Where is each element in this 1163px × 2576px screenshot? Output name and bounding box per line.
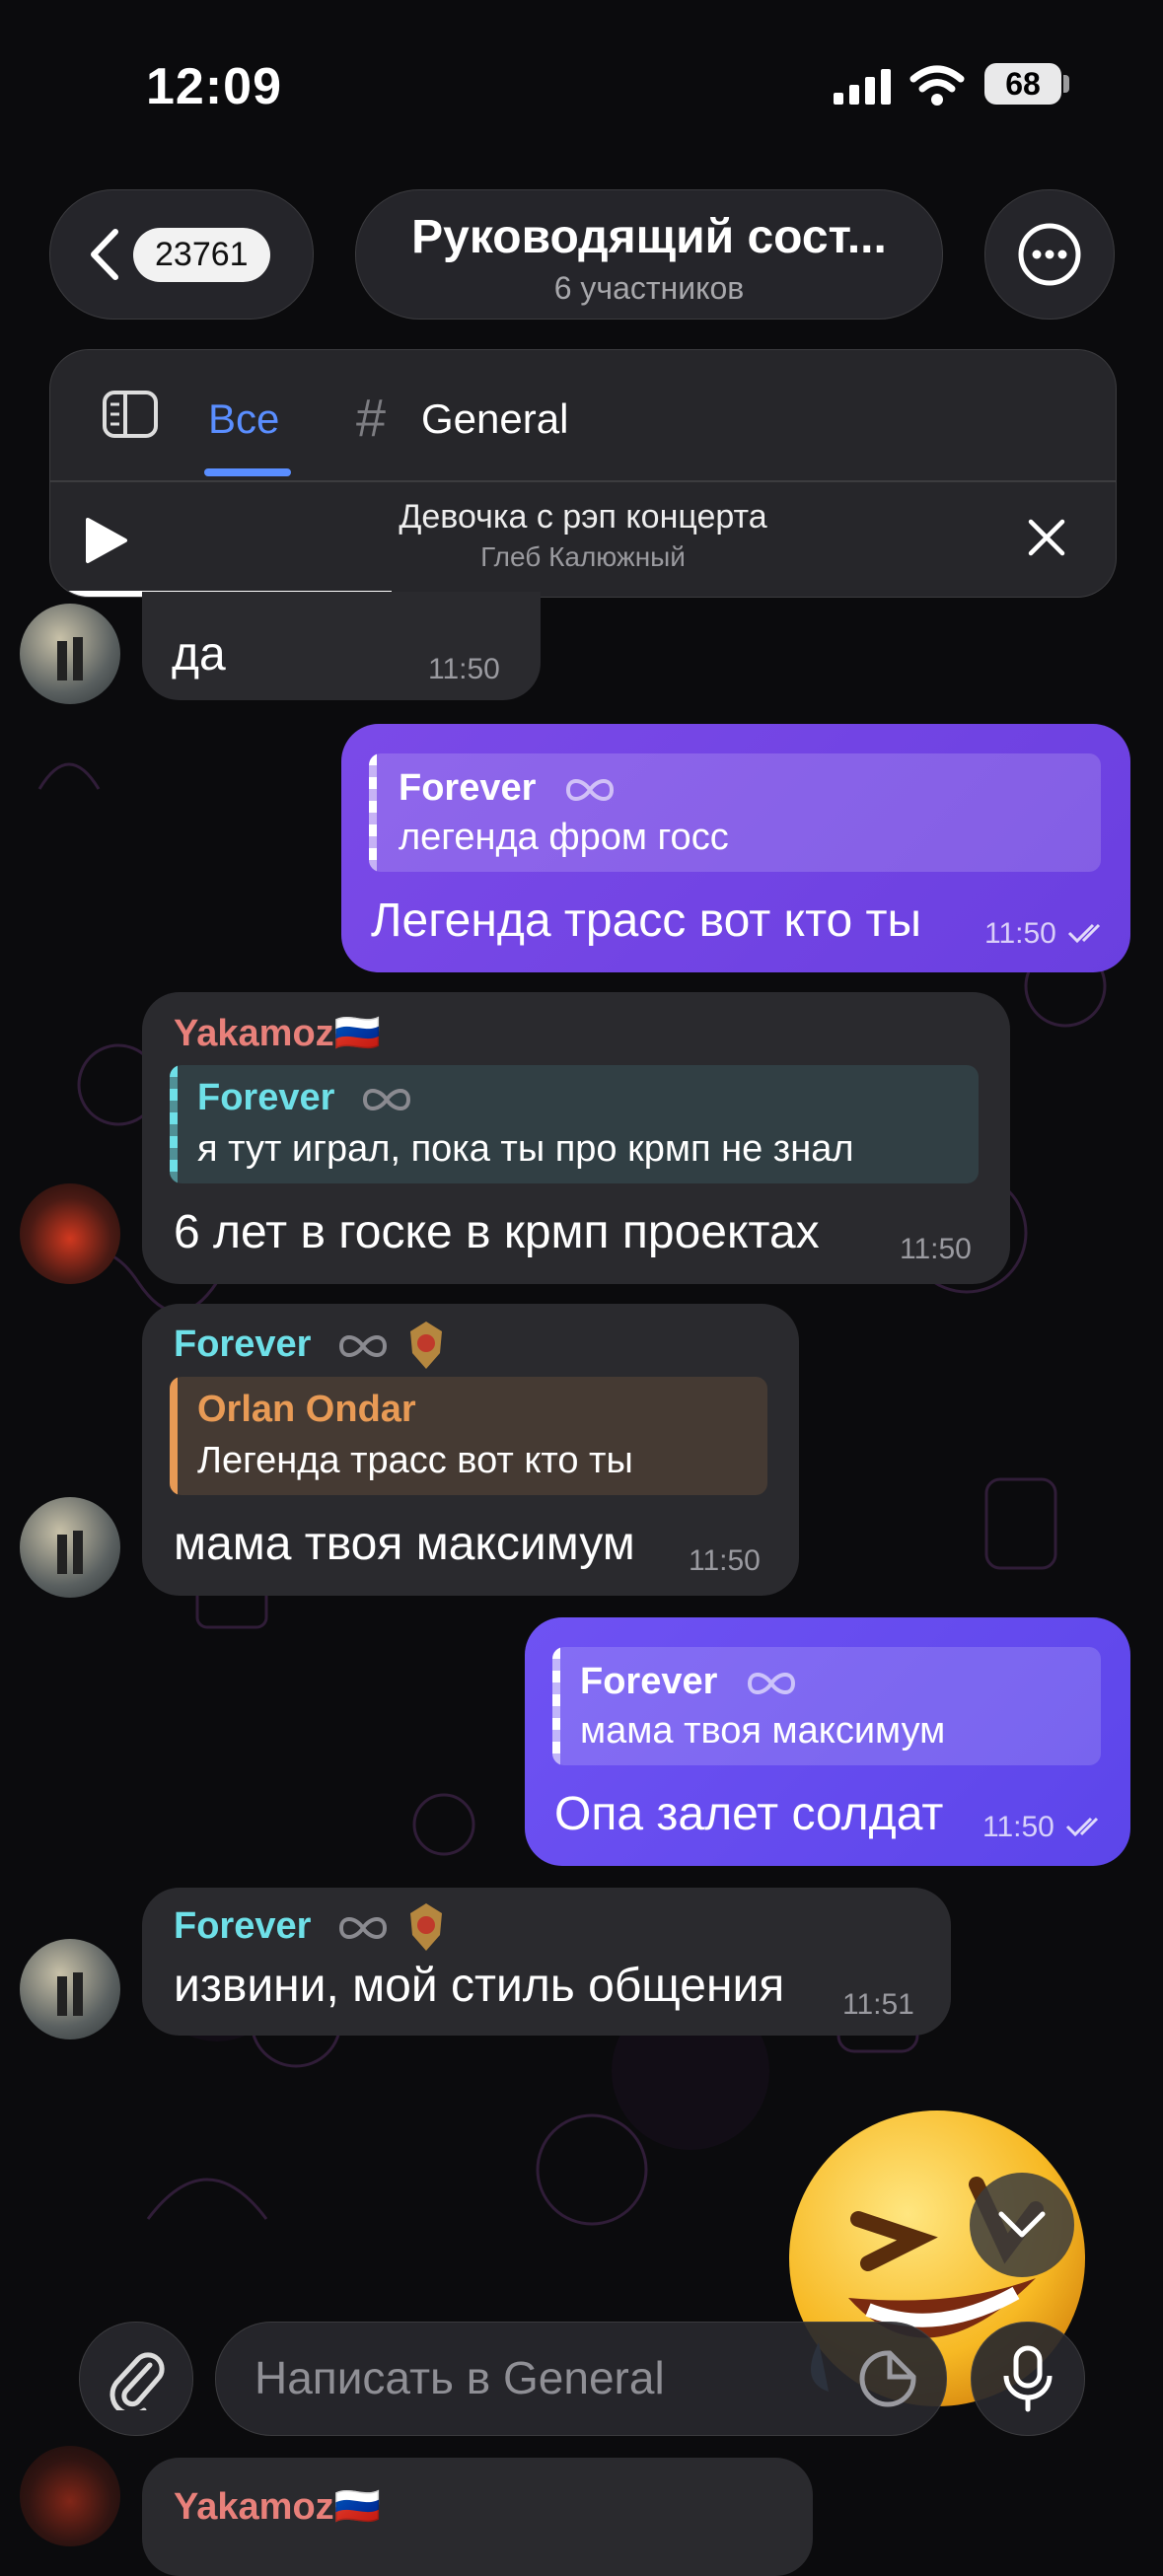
- reply-sender: Forever: [197, 1077, 335, 1118]
- sender-name[interactable]: Forever: [174, 1905, 311, 1948]
- message-time: 11:50: [428, 653, 500, 685]
- message-time: 11:50: [689, 1544, 761, 1577]
- reply-text: мама твоя максимум: [580, 1710, 946, 1752]
- attach-icon: [109, 2352, 165, 2410]
- message-text: 6 лет в госке в крмп проектах: [174, 1206, 820, 1258]
- message-bubble-peek[interactable]: Yakamoz🇷🇺: [142, 2458, 813, 2576]
- reply-quote[interactable]: Forever мама твоя максимум: [552, 1647, 1101, 1765]
- infinity-icon: [565, 779, 615, 801]
- tab-active-indicator: [204, 468, 291, 476]
- message-bubble-outgoing[interactable]: Forever легенда фром госс Легенда трасс …: [341, 724, 1130, 972]
- avatar[interactable]: [20, 604, 120, 704]
- avatar-photo: [57, 1972, 83, 2016]
- reply-bar: [552, 1647, 560, 1765]
- chat-subtitle: 6 участников: [553, 270, 745, 306]
- message-bubble[interactable]: Forever Orlan Ondar Легенда трасс вот кт…: [142, 1304, 799, 1596]
- sender-name[interactable]: Forever: [174, 1324, 311, 1366]
- infinity-icon: [338, 1917, 388, 1939]
- avatar[interactable]: [20, 1939, 120, 2039]
- reply-text: легенда фром госс: [399, 817, 729, 858]
- double-check-icon: [1067, 923, 1101, 944]
- reply-bar: [170, 1377, 178, 1495]
- more-icon: [1018, 223, 1081, 286]
- message-text: извини, мой стиль общения: [174, 1960, 785, 2012]
- message-time: 11:50: [982, 1811, 1054, 1843]
- back-chevron-icon: [91, 229, 118, 280]
- message-text: Легенда трасс вот кто ты: [371, 894, 922, 947]
- reply-bar: [170, 1065, 178, 1183]
- reply-quote[interactable]: Forever я тут играл, пока ты про крмп не…: [170, 1065, 979, 1183]
- message-input-placeholder: Написать в General: [254, 2352, 665, 2403]
- reply-text: я тут играл, пока ты про крмп не знал: [197, 1128, 854, 1170]
- signal-icon: [834, 69, 891, 105]
- avatar[interactable]: [20, 1183, 120, 1284]
- infinity-icon: [747, 1673, 796, 1694]
- scroll-down-button[interactable]: [970, 2173, 1074, 2277]
- message-text: мама твоя максимум: [174, 1518, 635, 1570]
- avatar-photo: [57, 637, 83, 680]
- emblem-icon: [410, 1322, 442, 1369]
- unread-count-badge: 23761: [133, 227, 270, 282]
- message-bubble[interactable]: Yakamoz🇷🇺 Forever я тут играл, пока ты п…: [142, 992, 1010, 1284]
- message-time: 11:50: [900, 1233, 972, 1265]
- player-artist: Глеб Калюжный: [480, 541, 686, 572]
- message-time: 11:50: [984, 917, 1056, 950]
- message-bubble[interactable]: Forever извини, мой стиль общения 11:51: [142, 1888, 951, 2036]
- chevron-down-icon: [998, 2211, 1046, 2238]
- attach-button[interactable]: [79, 2322, 193, 2436]
- chat-title-button[interactable]: Руководящий сост... 6 участников: [355, 189, 943, 320]
- mic-button[interactable]: [971, 2322, 1085, 2436]
- sender-name[interactable]: Yakamoz🇷🇺: [174, 2485, 381, 2529]
- panel-divider: [50, 480, 1116, 482]
- message-text: да: [172, 628, 226, 680]
- message-text: Опа залет солдат: [554, 1788, 944, 1840]
- sticker-icon[interactable]: [858, 2349, 917, 2408]
- infinity-icon: [362, 1089, 411, 1110]
- infinity-icon: [338, 1335, 388, 1357]
- back-button[interactable]: 23761: [49, 189, 314, 320]
- avatar[interactable]: [20, 1497, 120, 1598]
- tab-all[interactable]: Все: [208, 395, 279, 443]
- reply-sender: Forever: [580, 1661, 718, 1702]
- reply-sender: Orlan Ondar: [197, 1389, 416, 1430]
- sender-name[interactable]: Yakamoz🇷🇺: [174, 1012, 381, 1055]
- sidebar-icon[interactable]: [102, 390, 159, 439]
- reply-quote[interactable]: Orlan Ondar Легенда трасс вот кто ты: [170, 1377, 767, 1495]
- reply-quote[interactable]: Forever легенда фром госс: [369, 753, 1101, 872]
- message-bubble[interactable]: да 11:50: [142, 592, 541, 700]
- wifi-icon: [909, 65, 965, 106]
- hash-icon: #: [356, 389, 387, 448]
- player-song-title[interactable]: Девочка с рэп концерта: [50, 498, 1116, 537]
- more-button[interactable]: [984, 189, 1115, 320]
- close-icon[interactable]: [1027, 518, 1066, 557]
- status-time: 12:09: [146, 58, 282, 115]
- tab-general[interactable]: General: [421, 395, 568, 443]
- message-time: 11:51: [842, 1988, 914, 2021]
- battery-nub: [1063, 75, 1069, 93]
- mic-icon: [1003, 2345, 1053, 2412]
- emblem-icon: [410, 1903, 442, 1951]
- reply-bar: [369, 753, 377, 872]
- topic-tabs-panel: Все # General Девочка с рэп концерта Гле…: [49, 349, 1117, 598]
- message-bubble-outgoing[interactable]: Forever мама твоя максимум Опа залет сол…: [525, 1617, 1130, 1866]
- battery-indicator: 68: [984, 63, 1061, 105]
- double-check-icon: [1065, 1817, 1099, 1837]
- avatar[interactable]: [20, 2446, 120, 2546]
- chat-title: Руководящий сост...: [411, 211, 887, 263]
- reply-sender: Forever: [399, 767, 537, 809]
- reply-text: Легенда трасс вот кто ты: [197, 1440, 633, 1481]
- avatar-photo: [57, 1531, 83, 1574]
